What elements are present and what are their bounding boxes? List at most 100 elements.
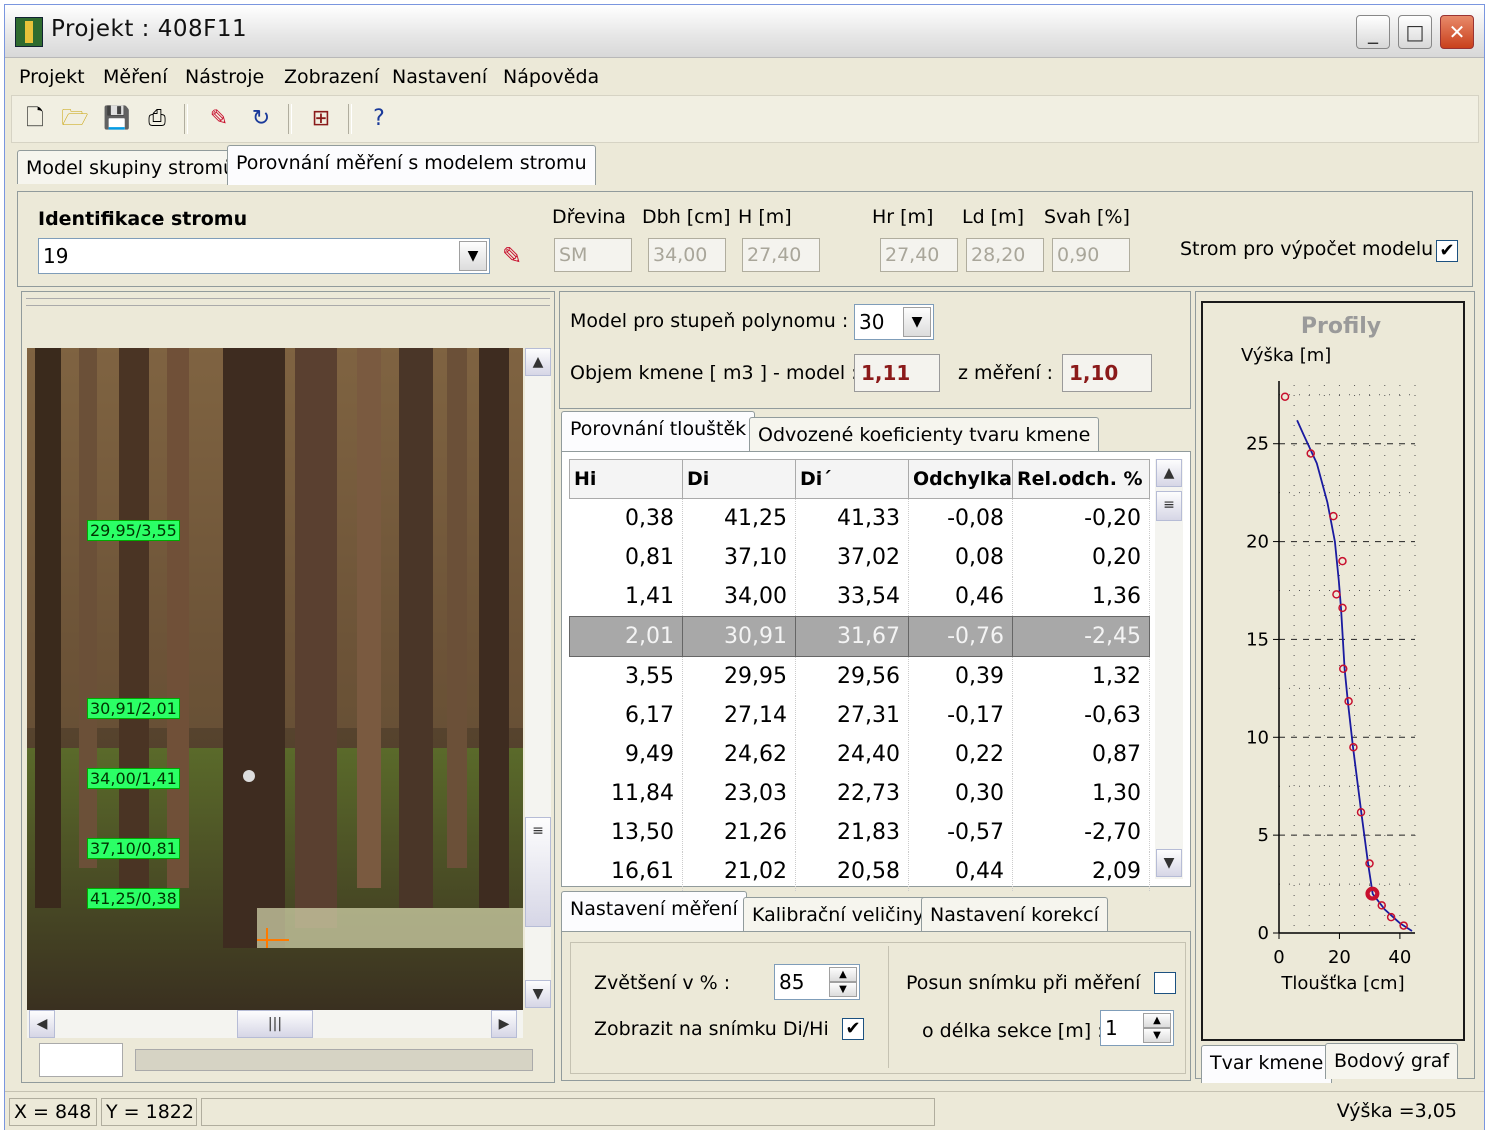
status-bar: X = 848 Y = 1822 Výška =3,05 (5, 1091, 1484, 1130)
table-row[interactable]: 0,38 41,25 41,33 -0,08 -0,20 (569, 498, 1150, 538)
tree-icon[interactable]: ⊞ (306, 104, 336, 134)
scroll-thumb[interactable]: ≡ (525, 817, 551, 927)
tab-nastaveni-korekci[interactable]: Nastavení korekcí (921, 897, 1108, 931)
poly-select[interactable]: 30 ▼ (854, 304, 934, 340)
zoom-spinner[interactable]: 85 ▲ ▼ (774, 964, 860, 1000)
table-row[interactable]: 9,49 24,62 24,40 0,22 0,87 (569, 735, 1150, 774)
scroll-down-icon[interactable]: ▼ (1156, 849, 1182, 877)
shift-label: Posun snímku při měření (906, 972, 1141, 994)
tab-odvozene-koeficienty[interactable]: Odvozené koeficienty tvaru kmene (749, 417, 1100, 451)
spin-up-icon[interactable]: ▲ (829, 967, 857, 982)
svah-field: 0,90 (1052, 238, 1130, 272)
minimize-button[interactable]: _ (1356, 15, 1390, 49)
print-icon[interactable]: ⎙ (142, 104, 172, 134)
scroll-up-icon[interactable]: ▲ (1156, 459, 1182, 487)
zoom-track[interactable] (39, 1043, 123, 1077)
show-dihi-checkbox[interactable]: ✔ (842, 1018, 864, 1040)
spin-up-icon[interactable]: ▲ (1143, 1013, 1171, 1028)
new-icon[interactable]: 🗋 (20, 104, 50, 134)
shift-checkbox[interactable] (1154, 972, 1176, 994)
drevina-field: SM (554, 238, 632, 272)
scroll-up-icon[interactable]: ▲ (525, 348, 551, 376)
tab-nastaveni-mereni[interactable]: Nastavení měření (561, 891, 747, 931)
table-cell: 37,10 (682, 538, 796, 577)
tab-model-skupiny[interactable]: Model skupiny stromů (17, 150, 245, 184)
chevron-down-icon[interactable]: ▼ (903, 307, 931, 337)
table-row[interactable]: 3,55 29,95 29,56 0,39 1,32 (569, 656, 1150, 696)
photo-measure-label: 34,00/1,41 (87, 768, 180, 789)
tab-tvar-kmene[interactable]: Tvar kmene (1201, 1045, 1333, 1083)
x-tick-label: 0 (1273, 947, 1284, 968)
tab-bodovy-graf[interactable]: Bodový graf (1325, 1043, 1459, 1079)
table-cell: -2,45 (1012, 616, 1150, 657)
zoom-slider[interactable] (135, 1049, 533, 1071)
column-header[interactable]: Di (682, 459, 796, 499)
status-height: Výška =3,05 (1336, 1100, 1457, 1122)
photo-measure-label: 41,25/0,38 (87, 888, 180, 909)
table-row[interactable]: 0,81 37,10 37,02 0,08 0,20 (569, 538, 1150, 577)
column-header[interactable]: Di´ (795, 459, 909, 499)
table-row[interactable]: 2,01 30,91 31,67 -0,76 -2,45 (569, 616, 1150, 657)
tab-kalibracni-veliciny[interactable]: Kalibrační veličiny (743, 897, 934, 931)
y-tick-label: 15 (1246, 629, 1269, 650)
table-cell: 0,81 (569, 538, 683, 577)
pick-tree-icon[interactable]: ✎ (502, 242, 522, 270)
measure-icon[interactable]: ✎ (204, 104, 234, 134)
grid-vscroll[interactable] (1155, 459, 1183, 879)
tree-id-value: 19 (43, 244, 69, 268)
table-cell: -0,20 (1012, 498, 1150, 538)
close-button[interactable]: ✕ (1440, 15, 1474, 49)
table-cell: 0,08 (908, 538, 1013, 577)
settings-panel: Zvětšení v % : 85 ▲ ▼ Zobrazit na snímku… (561, 931, 1191, 1081)
model-tree-checkbox[interactable]: ✔ (1436, 240, 1458, 262)
save-icon[interactable]: 💾 (102, 104, 132, 134)
spin-down-icon[interactable]: ▼ (829, 982, 857, 997)
x-tick-label: 40 (1388, 947, 1411, 968)
tab-porovnani[interactable]: Porovnání měření s modelem stromu (227, 145, 596, 185)
comparison-table: Hi Di Di´ Odchylka Rel.odch. % 0,38 41,25 41,3… (569, 459, 1150, 891)
table-row[interactable]: 11,84 23,03 22,73 0,30 1,30 (569, 774, 1150, 813)
dbh-field: 34,00 (648, 238, 726, 272)
y-tick-label: 25 (1246, 434, 1269, 455)
column-header[interactable]: Hi (569, 459, 683, 499)
open-icon[interactable]: 🗁 (60, 104, 90, 134)
menu-projekt[interactable]: Projekt (19, 66, 85, 88)
table-cell: 27,14 (682, 696, 796, 735)
section-spinner[interactable]: 1 ▲ ▼ (1100, 1010, 1174, 1046)
menu-napoveda[interactable]: Nápověda (503, 66, 599, 88)
table-cell: 37,02 (795, 538, 909, 577)
table-cell: 21,83 (795, 813, 909, 852)
hscroll-thumb[interactable]: ||| (237, 1010, 313, 1038)
hr-label: Hr [m] (872, 206, 934, 228)
scroll-down-icon[interactable]: ▼ (525, 980, 551, 1008)
forest-photo[interactable]: 29,95/3,55 30,91/2,01 34,00/1,41 37,10/0… (27, 348, 523, 1010)
table-row[interactable]: 6,17 27,14 27,31 -0,17 -0,63 (569, 696, 1150, 735)
table-row[interactable]: 1,41 34,00 33,54 0,46 1,36 (569, 577, 1150, 617)
ld-label: Ld [m] (962, 206, 1025, 228)
table-cell: 27,31 (795, 696, 909, 735)
tree-id-select[interactable]: 19 ▼ (38, 238, 490, 274)
scroll-left-icon[interactable]: ◀ (29, 1010, 55, 1038)
menu-nastaveni[interactable]: Nastavení (392, 66, 487, 88)
grid-scroll-thumb[interactable]: ≡ (1156, 491, 1182, 521)
table-row[interactable]: 16,61 21,02 20,58 0,44 2,09 (569, 852, 1150, 891)
maximize-button[interactable]: □ (1398, 15, 1432, 49)
help-icon[interactable]: ? (364, 104, 394, 134)
spin-down-icon[interactable]: ▼ (1143, 1028, 1171, 1043)
table-cell: 1,36 (1012, 577, 1150, 617)
table-row[interactable]: 13,50 21,26 21,83 -0,57 -2,70 (569, 813, 1150, 852)
column-header[interactable]: Rel.odch. % (1012, 459, 1150, 499)
column-header[interactable]: Odchylka (908, 459, 1013, 499)
tab-porovnani-tloustek[interactable]: Porovnání tlouštěk (561, 411, 756, 451)
chevron-down-icon[interactable]: ▼ (459, 241, 487, 271)
section-value: 1 (1105, 1016, 1118, 1040)
toolbar-separator (184, 104, 188, 134)
table-cell: 0,44 (908, 852, 1013, 891)
zoom-value: 85 (779, 970, 805, 994)
menu-zobrazeni[interactable]: Zobrazení (284, 66, 379, 88)
y-tick-label: 0 (1258, 923, 1269, 944)
menu-nastroje[interactable]: Nástroje (185, 66, 264, 88)
scroll-right-icon[interactable]: ▶ (491, 1010, 517, 1038)
menu-mereni[interactable]: Měření (103, 66, 168, 88)
refresh-icon[interactable]: ↻ (246, 104, 276, 134)
